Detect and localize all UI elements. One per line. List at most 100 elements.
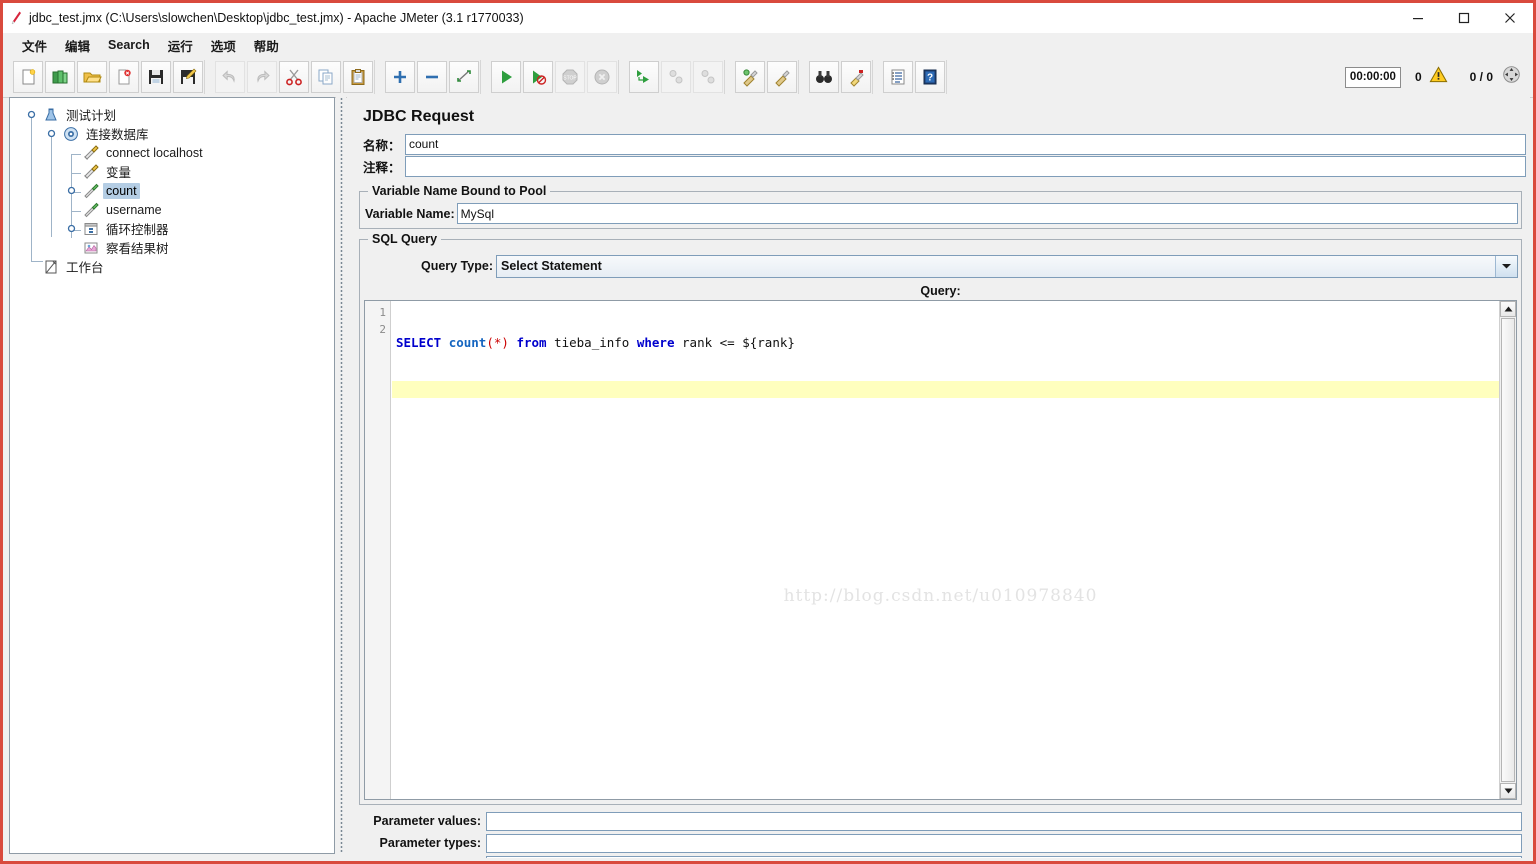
elapsed-timer: 00:00:00 xyxy=(1344,66,1401,88)
toolbar-group-edit xyxy=(214,60,375,94)
scrollbar-thumb[interactable] xyxy=(1501,318,1515,782)
pool-group-title: Variable Name Bound to Pool xyxy=(368,184,551,198)
comment-input[interactable] xyxy=(405,155,1526,177)
remote-stop-all-button[interactable] xyxy=(661,61,691,93)
toolbar-status: 00:00:00 0 0 / 0 xyxy=(1344,65,1533,89)
variable-name-row: Variable Name: xyxy=(361,203,1518,224)
test-plan-tree: 测试计划 连接数据库 connect localhost 变量 count us… xyxy=(10,98,334,276)
redo-button[interactable] xyxy=(247,61,277,93)
open-button[interactable] xyxy=(77,61,107,93)
paste-button[interactable] xyxy=(343,61,373,93)
undo-button[interactable] xyxy=(215,61,245,93)
tree-node-label: 循环控制器 xyxy=(106,223,169,237)
tree-node-variables[interactable]: 变量 xyxy=(10,162,334,181)
scroll-up-arrow-icon[interactable] xyxy=(1500,301,1516,317)
remote-start-all-button[interactable] xyxy=(629,61,659,93)
toolbar-group-help: ? xyxy=(882,60,947,94)
toggle-button[interactable] xyxy=(449,61,479,93)
chevron-down-icon[interactable] xyxy=(1495,255,1517,277)
stop-button[interactable]: STOP xyxy=(555,61,585,93)
variable-names-input[interactable] xyxy=(486,855,1522,858)
tree-node-label: username xyxy=(106,202,162,217)
code-line-current xyxy=(392,381,1500,398)
menu-edit[interactable]: 编辑 xyxy=(56,34,99,57)
tree-node-username[interactable]: username xyxy=(10,200,334,219)
view-results-tree-icon xyxy=(82,239,99,256)
scrollbar-track[interactable] xyxy=(1501,318,1515,782)
save-button[interactable] xyxy=(141,61,171,93)
query-label: Query: xyxy=(920,284,961,298)
menu-help[interactable]: 帮助 xyxy=(245,34,288,57)
sql-token: where xyxy=(636,335,675,350)
tree-node-label: 变量 xyxy=(106,166,132,180)
tree-expand-handle[interactable] xyxy=(47,129,56,138)
help-button[interactable]: ? xyxy=(915,61,945,93)
parameter-types-input[interactable] xyxy=(486,833,1522,853)
comment-label: 注释： xyxy=(363,160,401,175)
cut-button[interactable] xyxy=(279,61,309,93)
templates-button[interactable] xyxy=(45,61,75,93)
query-type-label: Query Type: xyxy=(421,259,494,273)
parameter-values-input[interactable] xyxy=(486,811,1522,831)
new-test-plan-button[interactable] xyxy=(13,61,43,93)
split-pane-grip[interactable] xyxy=(339,97,343,854)
toolbar-group-run: STOP xyxy=(490,60,619,94)
jdbc-request-panel: JDBC Request 名称： 注释： Variable Name Bound… xyxy=(347,97,1530,858)
active-thread-count: 0 / 0 xyxy=(1469,70,1493,84)
search-button[interactable] xyxy=(809,61,839,93)
tree-expand-handle[interactable] xyxy=(67,224,76,233)
warning-triangle-icon[interactable] xyxy=(1429,65,1448,89)
save-as-button[interactable] xyxy=(173,61,203,93)
name-input[interactable] xyxy=(405,133,1526,155)
menu-search[interactable]: Search xyxy=(99,36,159,54)
tree-expand-handle[interactable] xyxy=(27,110,36,119)
start-no-pauses-button[interactable] xyxy=(523,61,553,93)
tree-node-workbench[interactable]: 工作台 xyxy=(10,257,334,276)
sql-query-group: SQL Query Query Type: Select Statement Q… xyxy=(359,232,1522,805)
query-type-select[interactable]: Select Statement xyxy=(496,254,1518,278)
tree-node-thread-group[interactable]: 连接数据库 xyxy=(10,124,334,143)
collapse-all-button[interactable] xyxy=(417,61,447,93)
maximize-button[interactable] xyxy=(1441,4,1487,33)
sql-query-group-title: SQL Query xyxy=(368,232,442,246)
menu-options[interactable]: 选项 xyxy=(202,34,245,57)
tree-node-count[interactable]: count xyxy=(10,181,334,200)
tree-node-test-plan[interactable]: 测试计划 xyxy=(10,105,334,124)
crosshair-circle-icon[interactable] xyxy=(1502,65,1521,89)
remote-shutdown-all-button[interactable] xyxy=(693,61,723,93)
close-button[interactable] xyxy=(1487,4,1533,33)
shutdown-button[interactable] xyxy=(587,61,617,93)
expand-all-button[interactable] xyxy=(385,61,415,93)
close-document-button[interactable] xyxy=(109,61,139,93)
menu-bar: 文件 编辑 Search 运行 选项 帮助 xyxy=(3,33,1533,57)
editor-vertical-scrollbar[interactable] xyxy=(1499,301,1516,799)
tree-node-label: 察看结果树 xyxy=(106,242,169,256)
scroll-down-arrow-icon[interactable] xyxy=(1500,783,1516,799)
tree-expand-handle[interactable] xyxy=(67,186,76,195)
sql-token: count xyxy=(448,335,487,350)
start-button[interactable] xyxy=(491,61,521,93)
tree-node-connect-localhost[interactable]: connect localhost xyxy=(10,143,334,162)
split-pane-divider[interactable] xyxy=(336,97,346,854)
line-number: 1 xyxy=(379,306,386,319)
clear-button[interactable] xyxy=(735,61,765,93)
sql-code-area[interactable]: SELECT count(*) from tieba_info where ra… xyxy=(392,301,1500,799)
sql-token: SELECT xyxy=(396,335,449,350)
menu-run[interactable]: 运行 xyxy=(159,34,202,57)
function-helper-button[interactable] xyxy=(883,61,913,93)
test-plan-icon xyxy=(42,106,59,123)
test-plan-tree-panel[interactable]: 测试计划 连接数据库 connect localhost 变量 count us… xyxy=(9,97,335,854)
window-title: jdbc_test.jmx (C:\Users\slowchen\Desktop… xyxy=(29,11,524,25)
tree-node-view-results-tree[interactable]: 察看结果树 xyxy=(10,238,334,257)
variable-name-input[interactable] xyxy=(456,203,1518,224)
search-reset-button[interactable] xyxy=(841,61,871,93)
tree-node-loop-controller[interactable]: 循环控制器 xyxy=(10,219,334,238)
minimize-button[interactable] xyxy=(1395,4,1441,33)
clear-all-button[interactable] xyxy=(767,61,797,93)
line-number: 2 xyxy=(379,323,386,336)
copy-button[interactable] xyxy=(311,61,341,93)
sql-query-editor[interactable]: 1 2 SELECT count(*) from tieba_info wher… xyxy=(364,300,1517,800)
parameter-values-row: Parameter values: xyxy=(359,811,1522,831)
menu-file[interactable]: 文件 xyxy=(13,34,56,57)
thread-group-gear-icon xyxy=(62,125,79,142)
